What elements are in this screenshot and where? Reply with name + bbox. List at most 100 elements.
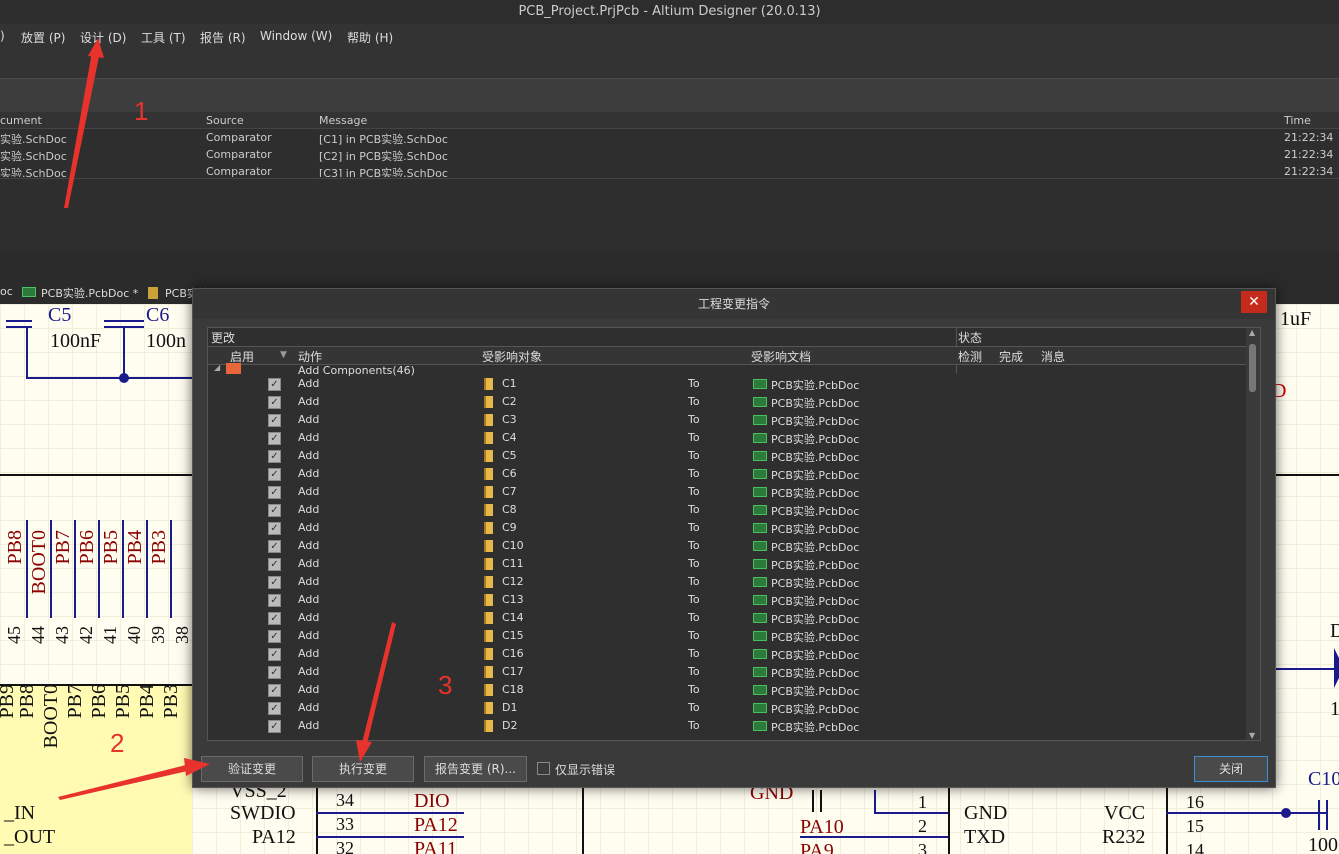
row-document: PCB实验.PcbDoc <box>771 433 860 446</box>
wire <box>316 836 464 838</box>
pin-number: 34 <box>336 790 354 810</box>
pcb-doc-icon <box>753 451 767 461</box>
menu-item-place[interactable]: 放置 (P) <box>21 29 65 46</box>
change-row[interactable]: ✓ Add C6 To PCB实验.PcbDoc <box>208 465 1246 483</box>
enable-checkbox[interactable]: ✓ <box>268 450 281 463</box>
enable-checkbox[interactable]: ✓ <box>268 648 281 661</box>
change-row[interactable]: ✓ Add C8 To PCB实验.PcbDoc <box>208 501 1246 519</box>
change-row[interactable]: ✓ Add C3 To PCB实验.PcbDoc <box>208 411 1246 429</box>
only-show-errors-checkbox[interactable] <box>537 762 550 775</box>
change-row[interactable]: ✓ Add C18 To PCB实验.PcbDoc <box>208 681 1246 699</box>
enable-checkbox[interactable]: ✓ <box>268 396 281 409</box>
pin-name: PB8 <box>16 684 38 719</box>
enable-checkbox[interactable]: ✓ <box>268 666 281 679</box>
col-source[interactable]: Source <box>206 114 244 127</box>
menu-item-design[interactable]: 设计 (D) <box>80 29 126 46</box>
change-row[interactable]: ✓ Add C4 To PCB实验.PcbDoc <box>208 429 1246 447</box>
change-row[interactable]: ✓ Add C1 To PCB实验.PcbDoc <box>208 375 1246 393</box>
row-to: To <box>688 395 700 408</box>
expand-arrow-icon[interactable]: ◢ <box>214 363 220 372</box>
pin-number: 16 <box>1186 792 1204 812</box>
scrollbar-thumb[interactable] <box>1249 344 1256 392</box>
change-row[interactable]: ✓ Add C5 To PCB实验.PcbDoc <box>208 447 1246 465</box>
enable-checkbox[interactable]: ✓ <box>268 720 281 733</box>
wire <box>582 788 584 854</box>
change-row[interactable]: ✓ Add C9 To PCB实验.PcbDoc <box>208 519 1246 537</box>
pcb-doc-icon <box>753 595 767 605</box>
tab-pcb-doc[interactable]: PCB实验.PcbDoc * <box>41 285 138 301</box>
change-row[interactable]: ✓ Add C11 To PCB实验.PcbDoc <box>208 555 1246 573</box>
change-row[interactable]: ✓ Add C16 To PCB实验.PcbDoc <box>208 645 1246 663</box>
scroll-down-icon[interactable]: ▼ <box>1249 731 1255 740</box>
enable-checkbox[interactable]: ✓ <box>268 594 281 607</box>
report-changes-button[interactable]: 报告变更 (R)... <box>424 756 527 782</box>
close-button[interactable]: 关闭 <box>1194 756 1268 782</box>
enable-checkbox[interactable]: ✓ <box>268 630 281 643</box>
row-action: Add <box>298 557 320 570</box>
component-icon <box>484 450 493 462</box>
menu-item-partial[interactable]: ) <box>0 29 5 43</box>
enable-checkbox[interactable]: ✓ <box>268 684 281 697</box>
col-affected-object[interactable]: 受影响对象 <box>482 348 542 365</box>
enable-checkbox[interactable]: ✓ <box>268 378 281 391</box>
menu-item-reports[interactable]: 报告 (R) <box>200 29 246 46</box>
wire <box>1166 812 1326 814</box>
cap-plate <box>1318 800 1320 830</box>
col-time[interactable]: Time <box>1284 114 1311 127</box>
col-affected-document[interactable]: 受影响文档 <box>751 348 811 365</box>
change-row[interactable]: ✓ Add C15 To PCB实验.PcbDoc <box>208 627 1246 645</box>
enable-checkbox[interactable]: ✓ <box>268 540 281 553</box>
col-action[interactable]: 动作 <box>298 348 322 365</box>
col-message[interactable]: Message <box>319 114 367 127</box>
enable-checkbox[interactable]: ✓ <box>268 432 281 445</box>
vertical-scrollbar[interactable]: ▲ ▼ <box>1246 328 1260 740</box>
row-to: To <box>688 521 700 534</box>
col-check[interactable]: 检测 <box>958 348 982 365</box>
row-action: Add <box>298 503 320 516</box>
enable-checkbox[interactable]: ✓ <box>268 612 281 625</box>
close-icon[interactable]: ✕ <box>1241 291 1267 313</box>
enable-checkbox[interactable]: ✓ <box>268 486 281 499</box>
enable-checkbox[interactable]: ✓ <box>268 414 281 427</box>
menu-item-tools[interactable]: 工具 (T) <box>141 29 186 46</box>
row-action: Add <box>298 665 320 678</box>
group-row[interactable]: ◢ Add Components(46) <box>208 363 1248 377</box>
change-row[interactable]: ✓ Add D1 To PCB实验.PcbDoc <box>208 699 1246 717</box>
scroll-up-icon[interactable]: ▲ <box>1249 328 1255 337</box>
enable-checkbox[interactable]: ✓ <box>268 504 281 517</box>
enable-checkbox[interactable]: ✓ <box>268 558 281 571</box>
sort-down-icon[interactable]: ▼ <box>280 350 287 360</box>
change-row[interactable]: ✓ Add C7 To PCB实验.PcbDoc <box>208 483 1246 501</box>
menu-item-help[interactable]: 帮助 (H) <box>347 29 393 46</box>
change-row[interactable]: ✓ Add C12 To PCB实验.PcbDoc <box>208 573 1246 591</box>
validate-changes-button[interactable]: 验证变更 <box>201 756 303 782</box>
net-label: PA11 <box>414 838 457 854</box>
pin-name: _IN <box>4 802 36 824</box>
enable-checkbox[interactable]: ✓ <box>268 702 281 715</box>
row-action: Add <box>298 395 320 408</box>
col-document[interactable]: cument <box>0 114 42 127</box>
change-row[interactable]: ✓ Add C14 To PCB实验.PcbDoc <box>208 609 1246 627</box>
change-row[interactable]: ✓ Add D2 To PCB实验.PcbDoc <box>208 717 1246 735</box>
enable-checkbox[interactable]: ✓ <box>268 522 281 535</box>
dialog-title: 工程变更指令 <box>193 289 1275 319</box>
col-message[interactable]: 消息 <box>1041 348 1065 365</box>
wire <box>316 812 464 814</box>
net-label: PB5 <box>100 530 122 565</box>
pcb-doc-icon <box>753 541 767 551</box>
col-done[interactable]: 完成 <box>999 348 1023 365</box>
change-row[interactable]: ✓ Add C17 To PCB实验.PcbDoc <box>208 663 1246 681</box>
tab-partial[interactable]: oc <box>0 285 13 298</box>
menu-item-window[interactable]: Window (W) <box>260 29 332 43</box>
execute-changes-button[interactable]: 执行变更 <box>312 756 414 782</box>
enable-checkbox[interactable]: ✓ <box>268 468 281 481</box>
row-object: C4 <box>502 431 517 444</box>
pin-name: PA12 <box>252 826 296 848</box>
gnd-symbol <box>820 790 822 812</box>
change-row[interactable]: ✓ Add C13 To PCB实验.PcbDoc <box>208 591 1246 609</box>
pcb-doc-icon <box>753 415 767 425</box>
enable-checkbox[interactable]: ✓ <box>268 576 281 589</box>
change-row[interactable]: ✓ Add C2 To PCB实验.PcbDoc <box>208 393 1246 411</box>
change-row[interactable]: ✓ Add C10 To PCB实验.PcbDoc <box>208 537 1246 555</box>
pcb-doc-icon <box>753 379 767 389</box>
